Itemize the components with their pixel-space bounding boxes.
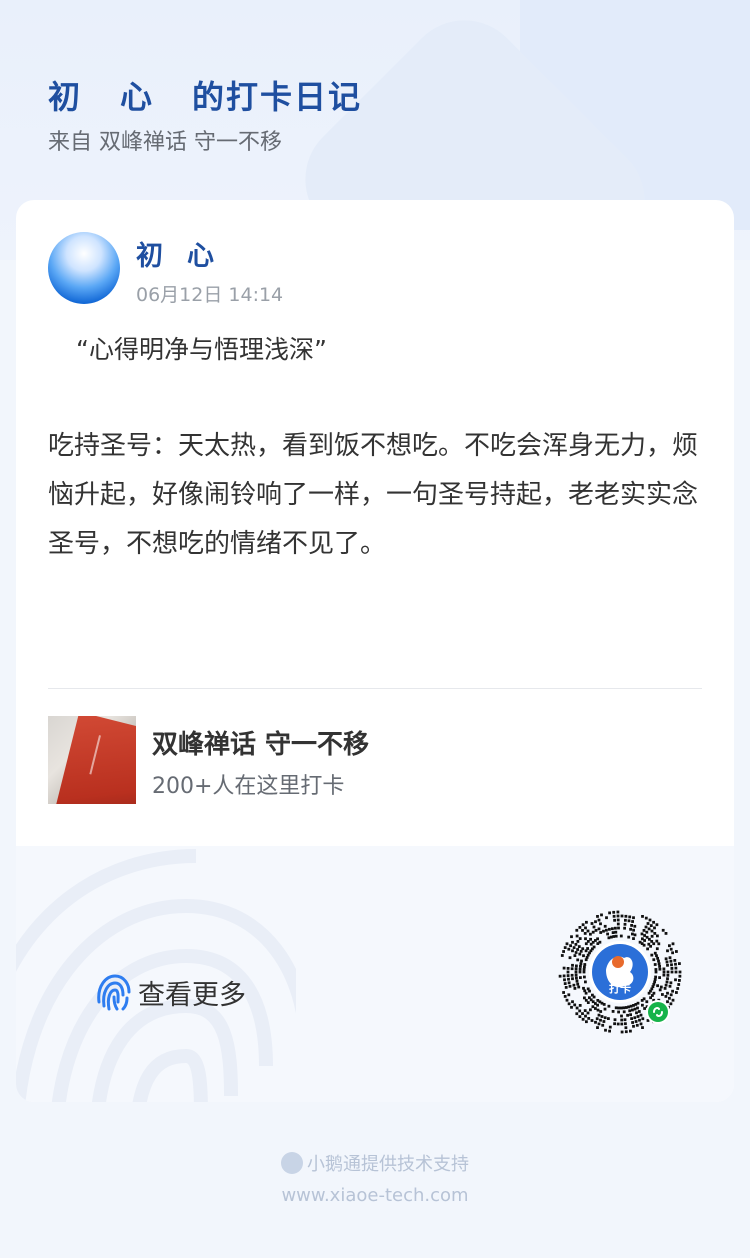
- view-more-button[interactable]: 查看更多: [94, 972, 246, 1012]
- page-title: 初心的打卡日记: [48, 72, 362, 118]
- footer-provider: 小鹅通提供技术支持: [0, 1150, 750, 1176]
- group-member-count: 200+人在这里打卡: [152, 774, 345, 799]
- footer-provider-text: 小鹅通提供技术支持: [307, 1154, 469, 1175]
- fingerprint-icon: [97, 974, 131, 1011]
- post-body: 吃持圣号：天太热，看到饭不想吃。不吃会浑身无力，烦恼升起，好像闹铃响了一样，一句…: [48, 431, 699, 559]
- diary-card: 初心 06月12日 14:14 “心得明净与悟理浅深” 吃持圣号：天太热，看到饭…: [16, 200, 734, 1102]
- footer-url[interactable]: www.xiaoe-tech.com: [0, 1185, 750, 1206]
- title-user-name-second: 心: [120, 78, 155, 116]
- xiaoe-logo-icon: [281, 1152, 303, 1174]
- qr-center-label: 打卡: [609, 981, 631, 995]
- title-user-name: 初: [48, 78, 83, 116]
- view-more-label: 查看更多: [138, 979, 246, 1011]
- post-quote: “心得明净与悟理浅深”: [76, 335, 327, 364]
- title-suffix: 的打卡日记: [192, 78, 363, 116]
- group-cover-image[interactable]: [48, 716, 136, 804]
- user-name[interactable]: 初心: [136, 234, 216, 273]
- group-name[interactable]: 双峰禅话 守一不移: [152, 724, 369, 761]
- user-name-second: 心: [187, 241, 216, 272]
- page-subtitle: 来自 双峰禅话 守一不移: [48, 130, 282, 155]
- avatar[interactable]: [48, 232, 120, 304]
- divider: [48, 688, 702, 689]
- mini-program-qr-code[interactable]: 打卡: [558, 910, 688, 1040]
- post-timestamp: 06月12日 14:14: [136, 284, 284, 306]
- user-name-first: 初: [136, 241, 165, 272]
